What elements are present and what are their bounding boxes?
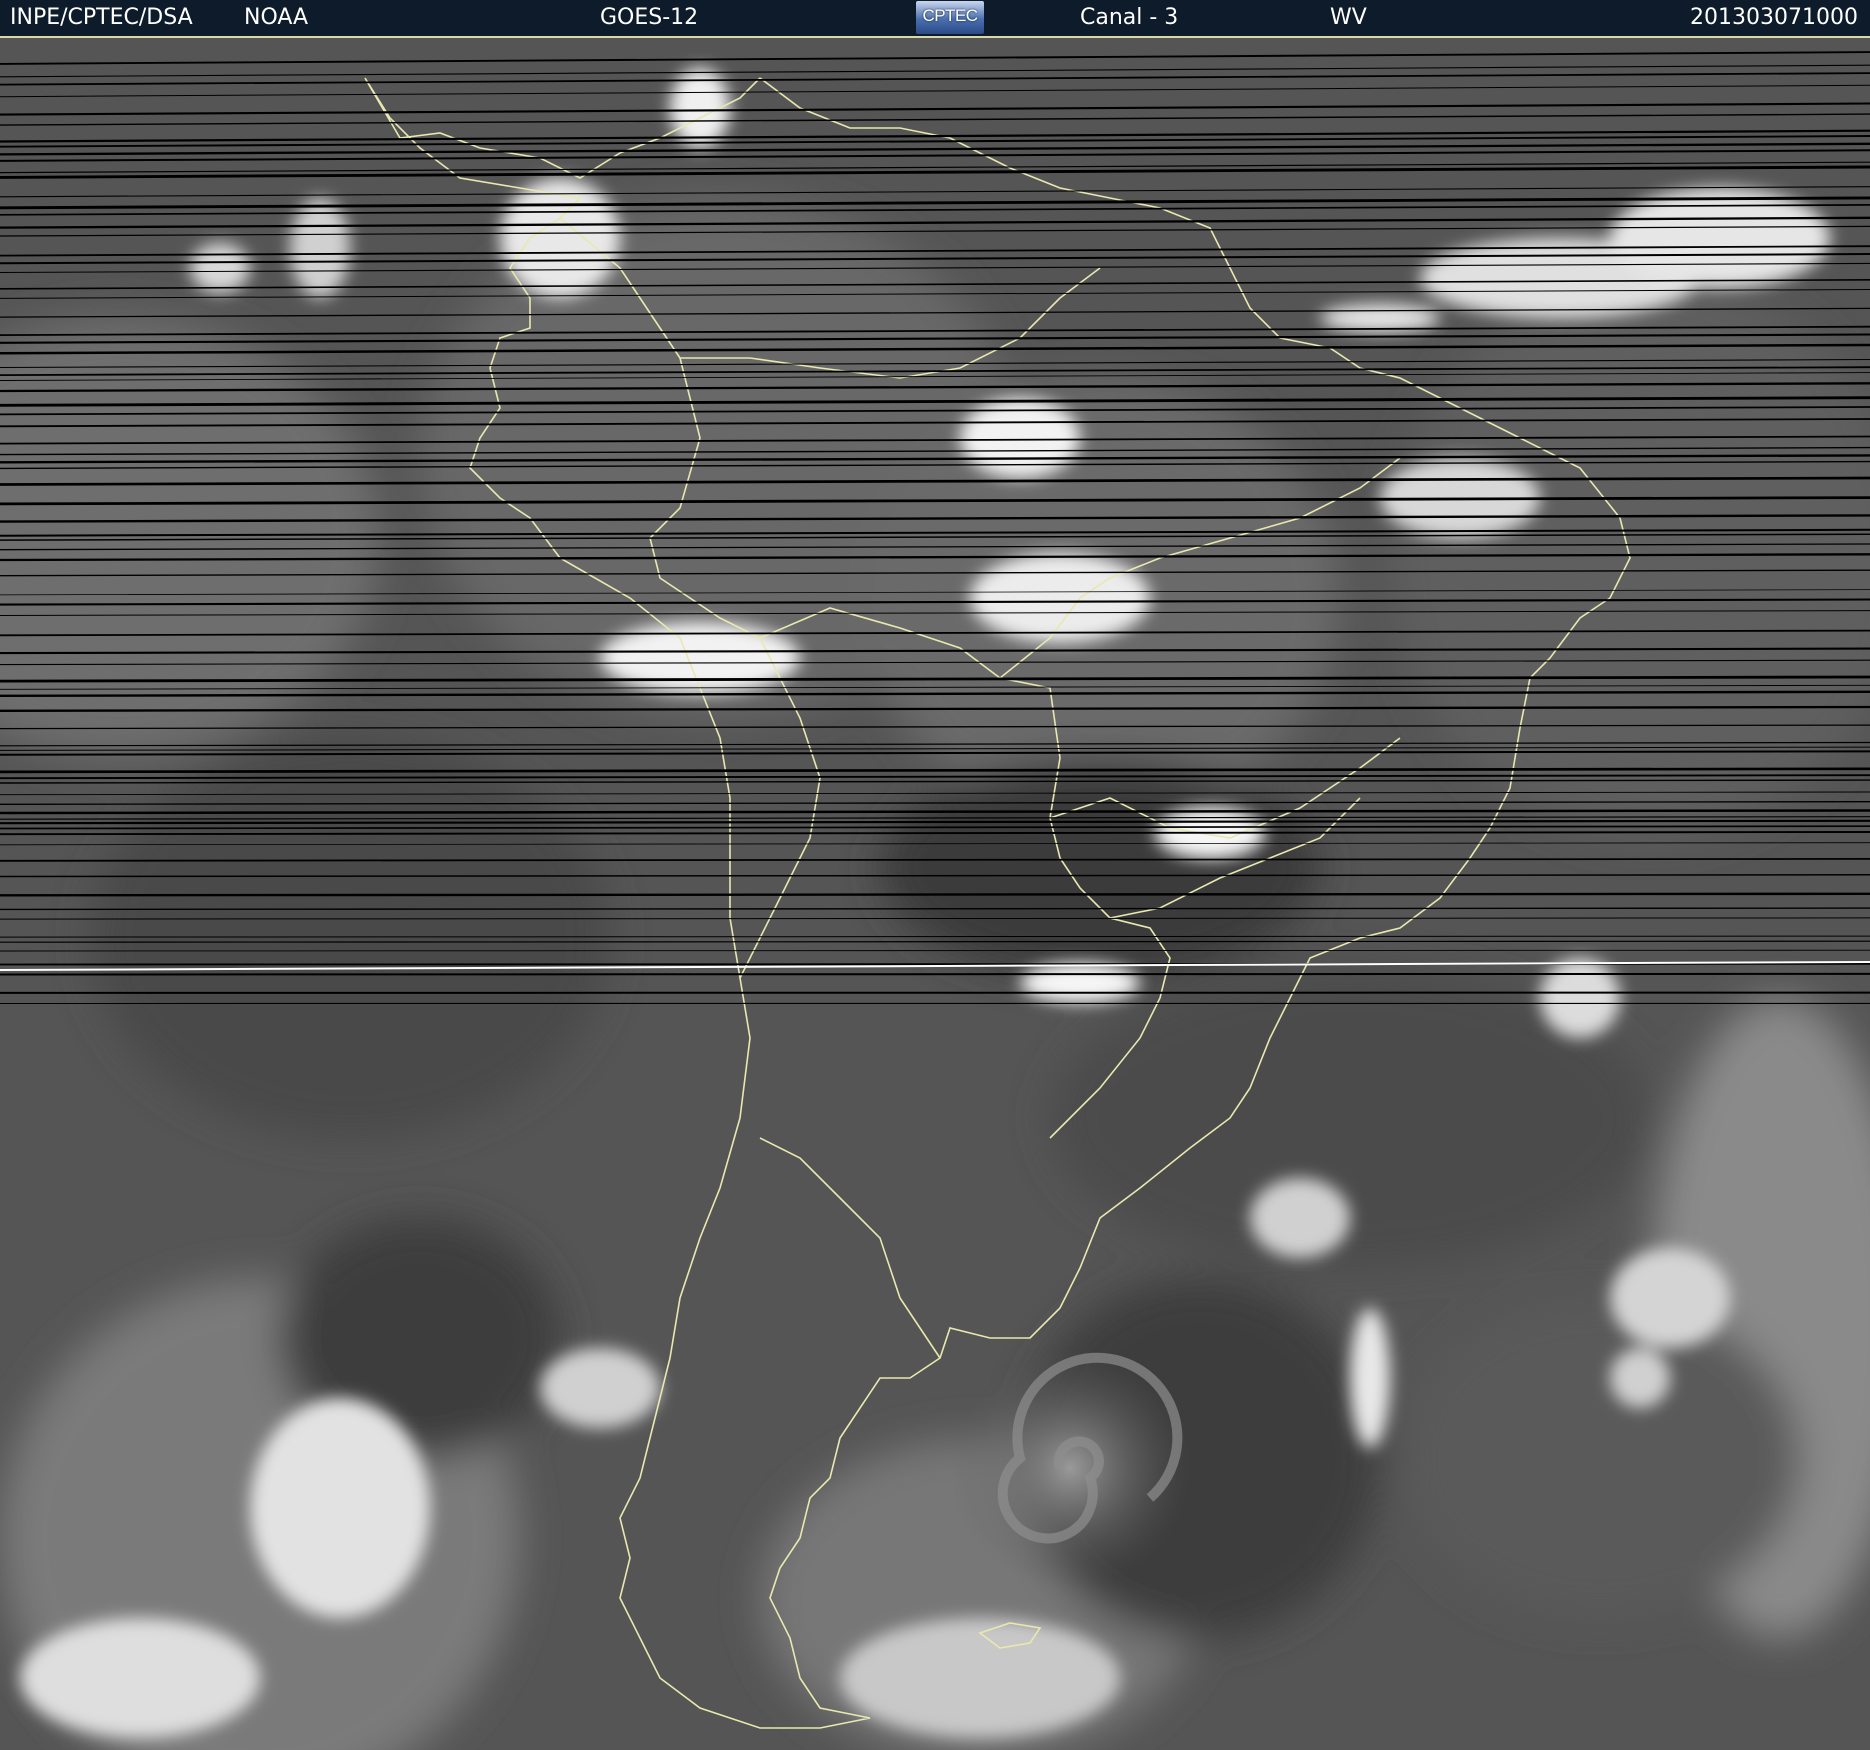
- cptec-logo-icon: CPTEC: [916, 1, 984, 34]
- timestamp-label: 201303071000: [1690, 5, 1858, 30]
- satellite-imagery: [0, 38, 1870, 1750]
- logo-text: CPTEC: [922, 6, 978, 25]
- channel-label: Canal - 3: [1080, 5, 1179, 30]
- image-header-bar: INPE/CPTEC/DSA NOAA GOES-12 CPTEC Canal …: [0, 0, 1870, 38]
- satellite-label: GOES-12: [600, 5, 699, 30]
- scan-line: [0, 892, 1870, 897]
- band-label: WV: [1330, 5, 1367, 30]
- cyclone-swirl: [950, 1348, 1190, 1588]
- noaa-label: NOAA: [244, 5, 309, 30]
- scan-line: [0, 972, 1870, 976]
- agency-label: INPE/CPTEC/DSA: [10, 5, 193, 30]
